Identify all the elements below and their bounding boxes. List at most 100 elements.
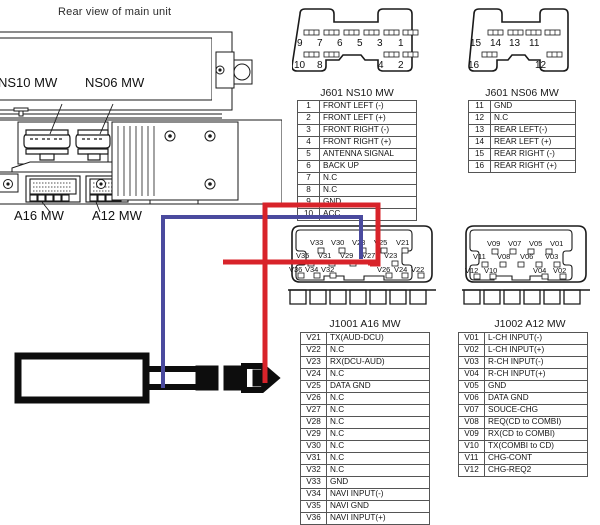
pin-number-cell: V33 — [300, 476, 327, 489]
pin-description-cell: FRONT RIGHT (-) — [319, 124, 417, 137]
pin-label-a16-v27: V27 — [362, 251, 376, 260]
pin-number-cell: 5 — [297, 148, 320, 161]
table-row: 12 N.C — [468, 112, 576, 125]
pin-label-a12-v10: V10 — [484, 266, 498, 275]
pin-description-cell: L-CH INPUT(+) — [484, 344, 588, 357]
connector-title-j1002-a12: J1002 A12 MW — [494, 318, 566, 330]
pin-label-a16-v26: V26 — [377, 265, 391, 274]
pin-description-cell: NAVI GND — [326, 500, 430, 513]
table-row: V08 REQ(CD to COMBI) — [458, 416, 588, 429]
pin-description-cell: GND — [484, 380, 588, 393]
table-row: V05 GND — [458, 380, 588, 393]
table-row: 6 BACK UP — [297, 160, 417, 173]
table-row: V25 DATA GND — [300, 380, 430, 393]
pin-description-cell: N.C — [319, 172, 417, 185]
pin-number-ns10-9: 9 — [297, 38, 303, 49]
pin-description-cell: N.C — [326, 416, 430, 429]
pin-description-cell: GND — [490, 100, 576, 113]
pin-description-cell: GND — [319, 196, 417, 209]
pin-number-cell: V31 — [300, 452, 327, 465]
table-row: 1 FRONT LEFT (-) — [297, 100, 417, 113]
pin-description-cell: NAVI INPUT(-) — [326, 488, 430, 501]
pin-number-cell: V09 — [458, 428, 485, 441]
pin-number-cell: V28 — [300, 416, 327, 429]
pin-number-cell: V27 — [300, 404, 327, 417]
pin-label-a12-v04: V04 — [533, 266, 547, 275]
pin-number-ns10-2: 2 — [398, 60, 404, 71]
pin-description-cell: N.C — [326, 404, 430, 417]
table-row: 4 FRONT RIGHT (+) — [297, 136, 417, 149]
pin-number-ns10-8: 8 — [317, 60, 323, 71]
pin-number-ns10-6: 6 — [337, 38, 343, 49]
table-row: V27 N.C — [300, 404, 430, 417]
pin-table-j1001-a16: V21 TX(AUD-DCU) V22 N.C V23 RX(DCU-AUD) V24 N.C… — [300, 332, 430, 525]
pin-number-cell: 4 — [297, 136, 320, 149]
table-row: V22 N.C — [300, 344, 430, 357]
table-row: 3 FRONT RIGHT (-) — [297, 124, 417, 137]
pin-number-cell: V34 — [300, 488, 327, 501]
main-unit-rear-view-drawing — [0, 22, 282, 222]
pin-number-cell: 11 — [468, 100, 491, 113]
pin-description-cell: REAR LEFT (+) — [490, 136, 576, 149]
pin-number-ns06-16: 16 — [468, 60, 480, 71]
table-row: 8 N.C — [297, 184, 417, 197]
table-row: 13 REAR LEFT(-) — [468, 124, 576, 137]
unit-label-ns06: NS06 MW — [85, 75, 145, 90]
pin-number-cell: V01 — [458, 332, 485, 345]
pin-number-cell: 9 — [297, 196, 320, 209]
pin-description-cell: CHG-CONT — [484, 452, 588, 465]
pin-description-cell: N.C — [326, 392, 430, 405]
pin-number-cell: V25 — [300, 380, 327, 393]
table-row: V32 N.C — [300, 464, 430, 477]
connector-title-j601-ns06: J601 NS06 MW — [485, 87, 559, 99]
pin-description-cell: N.C — [326, 368, 430, 381]
pin-table-j601-ns10: 1 FRONT LEFT (-) 2 FRONT LEFT (+) 3 FRONT RIG… — [297, 100, 417, 221]
pin-description-cell: DATA GND — [326, 380, 430, 393]
pin-number-ns10-10: 10 — [294, 60, 306, 71]
pin-label-a16-v23: V23 — [384, 251, 398, 260]
pin-description-cell: CHG-REQ2 — [484, 464, 588, 477]
table-row: 14 REAR LEFT (+) — [468, 136, 576, 149]
unit-label-ns10: NS10 MW — [0, 75, 58, 90]
pin-label-a12-v01: V01 — [550, 239, 564, 248]
table-row: V11 CHG-CONT — [458, 452, 588, 465]
pin-number-cell: 6 — [297, 160, 320, 173]
pin-number-ns06-14: 14 — [490, 38, 502, 49]
connector-title-j1001-a16: J1001 A16 MW — [329, 318, 401, 330]
pin-description-cell: REAR LEFT(-) — [490, 124, 576, 137]
pin-description-cell: ANTENNA SIGNAL — [319, 148, 417, 161]
pin-number-cell: 13 — [468, 124, 491, 137]
connector-j1002-a12-face — [462, 222, 590, 314]
pin-description-cell: N.C — [326, 428, 430, 441]
pin-number-cell: 2 — [297, 112, 320, 125]
pin-number-ns10-7: 7 — [317, 38, 323, 49]
pin-label-a16-v33: V33 — [310, 238, 324, 247]
pin-label-a16-v32: V32 — [321, 265, 335, 274]
pin-description-cell: N.C — [490, 112, 576, 125]
pin-number-cell: 3 — [297, 124, 320, 137]
pin-description-cell: BACK UP — [319, 160, 417, 173]
pin-table-j601-ns06: 11 GND 12 N.C 13 REAR LEFT(-) 14 REAR LEFT (+) 1… — [468, 100, 576, 173]
pin-number-cell: V26 — [300, 392, 327, 405]
pin-number-cell: 1 — [297, 100, 320, 113]
pin-label-a12-v09: V09 — [487, 239, 501, 248]
pin-number-ns06-15: 15 — [470, 38, 482, 49]
pin-description-cell: N.C — [319, 184, 417, 197]
pin-number-cell: 7 — [297, 172, 320, 185]
pin-label-a12-v06: V06 — [520, 252, 534, 261]
table-row: 11 GND — [468, 100, 576, 113]
pin-label-a16-v35: V35 — [296, 251, 310, 260]
table-row: V33 GND — [300, 476, 430, 489]
pin-number-cell: 14 — [468, 136, 491, 149]
pin-label-a16-v29: V29 — [340, 251, 354, 260]
pin-number-cell: V21 — [300, 332, 327, 345]
pin-number-cell: V12 — [458, 464, 485, 477]
pin-number-ns06-12: 12 — [535, 60, 547, 71]
pin-number-cell: V10 — [458, 440, 485, 453]
pin-number-cell: V07 — [458, 404, 485, 417]
table-row: 16 REAR RIGHT (+) — [468, 160, 576, 173]
pin-number-ns10-3: 3 — [377, 38, 383, 49]
pin-number-cell: V29 — [300, 428, 327, 441]
pin-description-cell: R-CH INPUT(+) — [484, 368, 588, 381]
pin-label-a12-v12: V12 — [465, 266, 479, 275]
